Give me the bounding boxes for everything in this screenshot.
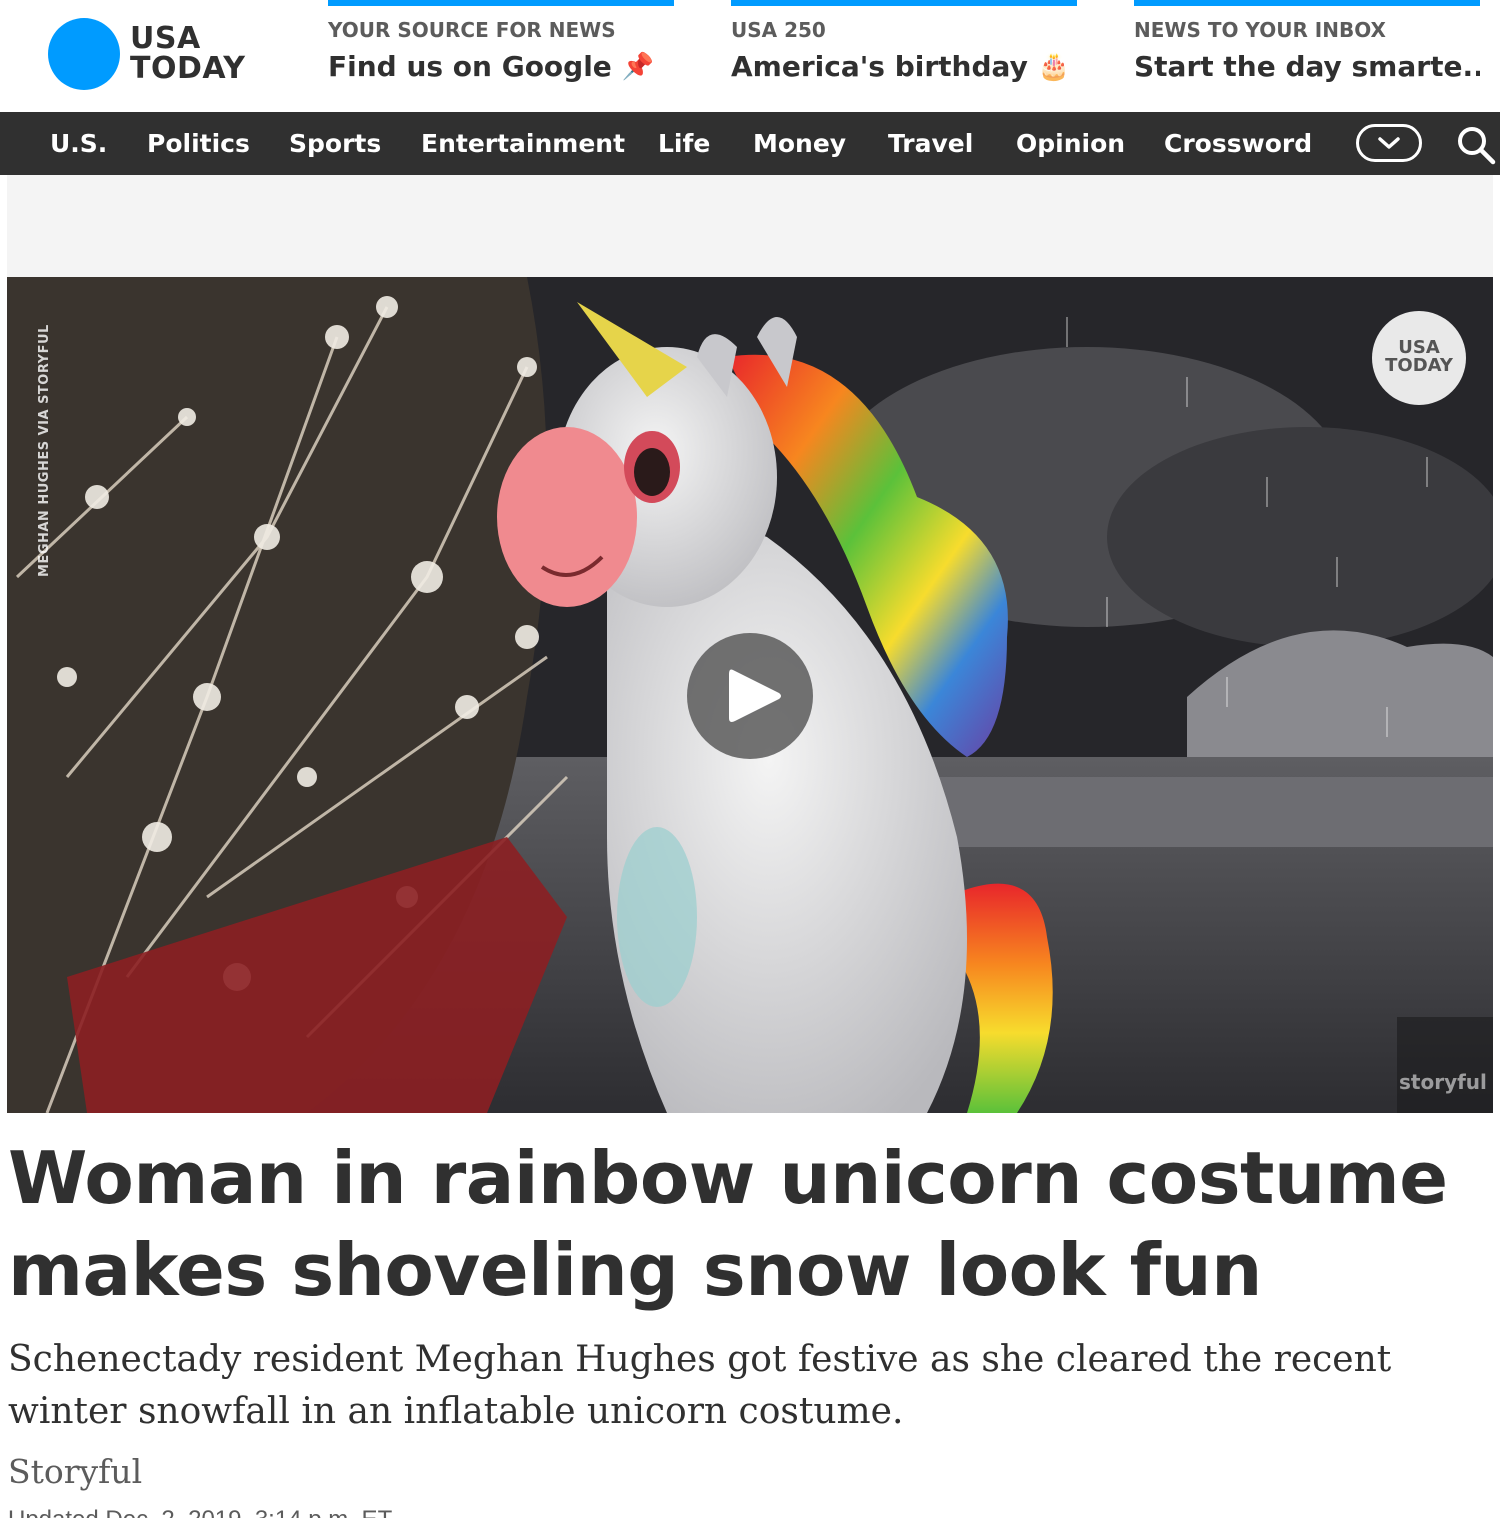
- promo-usa250[interactable]: USA 250 America's birthday 🎂: [731, 0, 1077, 112]
- promo-accent-bar: [731, 0, 1077, 6]
- promo-newsletter[interactable]: NEWS TO YOUR INBOX Start the day smarte.…: [1134, 0, 1480, 112]
- pushpin-icon: 📌: [621, 51, 655, 82]
- promo-title-text: Start the day smarte...: [1134, 50, 1480, 83]
- video-corner-logo: USA TODAY: [1372, 311, 1466, 405]
- article-dek: Schenectady resident Meghan Hughes got f…: [8, 1339, 1392, 1432]
- nav-item-opinion[interactable]: Opinion: [1016, 112, 1125, 175]
- play-icon: [729, 669, 781, 722]
- promo-title[interactable]: Find us on Google 📌: [328, 50, 674, 83]
- video-side-credit: MEGHAN HUGHES VIA STORYFUL: [37, 324, 52, 577]
- nav-item-entertainment[interactable]: Entertainment: [421, 112, 625, 175]
- promo-title-text: Find us on Google: [328, 50, 612, 83]
- usa-today-logo[interactable]: USA TODAY: [48, 18, 245, 90]
- nav-item-sports[interactable]: Sports: [289, 112, 381, 175]
- nav-item-life[interactable]: Life: [658, 112, 710, 175]
- birthday-cake-icon: 🎂: [1037, 51, 1071, 82]
- video-player[interactable]: MEGHAN HUGHES VIA STORYFUL USA TODAY sto…: [7, 277, 1493, 1113]
- site-header: USA TODAY YOUR SOURCE FOR NEWS Find us o…: [0, 0, 1500, 112]
- promo-title[interactable]: Start the day smarte...: [1134, 50, 1480, 83]
- corner-logo-line-2: TODAY: [1385, 355, 1453, 376]
- more-menu-button[interactable]: [1356, 124, 1422, 162]
- play-button[interactable]: [687, 633, 813, 759]
- logo-line-2: TODAY: [130, 51, 246, 86]
- video-bottom-credit: storyful: [1399, 1070, 1487, 1094]
- promo-kicker: YOUR SOURCE FOR NEWS: [328, 18, 616, 42]
- logo-wordmark: USA TODAY: [130, 24, 245, 84]
- logo-circle: [48, 18, 120, 90]
- nav-item-crossword[interactable]: Crossword: [1164, 112, 1312, 175]
- nav-item-money[interactable]: Money: [753, 112, 846, 175]
- promo-accent-bar: [328, 0, 674, 6]
- ad-slot: [7, 175, 1493, 277]
- promo-google[interactable]: YOUR SOURCE FOR NEWS Find us on Google 📌: [328, 0, 674, 112]
- article-timestamp: Updated Dec. 2, 2019, 3:14 p.m. ET: [8, 1506, 392, 1518]
- nav-item-politics[interactable]: Politics: [147, 112, 250, 175]
- main-nav: U.S. Politics Sports Entertainment Life …: [0, 112, 1500, 175]
- search-icon[interactable]: [1456, 125, 1496, 165]
- article-byline[interactable]: Storyful: [8, 1452, 142, 1491]
- promo-kicker: NEWS TO YOUR INBOX: [1134, 18, 1386, 42]
- nav-item-us[interactable]: U.S.: [50, 112, 107, 175]
- nav-item-travel[interactable]: Travel: [888, 112, 973, 175]
- promo-accent-bar: [1134, 0, 1480, 6]
- logo-line-1: USA: [130, 21, 201, 56]
- article-headline: Woman in rainbow unicorn costume makes s…: [8, 1136, 1448, 1312]
- promo-title[interactable]: America's birthday 🎂: [731, 50, 1077, 83]
- chevron-down-icon: [1378, 137, 1400, 149]
- promo-kicker: USA 250: [731, 18, 826, 42]
- promo-title-text: America's birthday: [731, 50, 1028, 83]
